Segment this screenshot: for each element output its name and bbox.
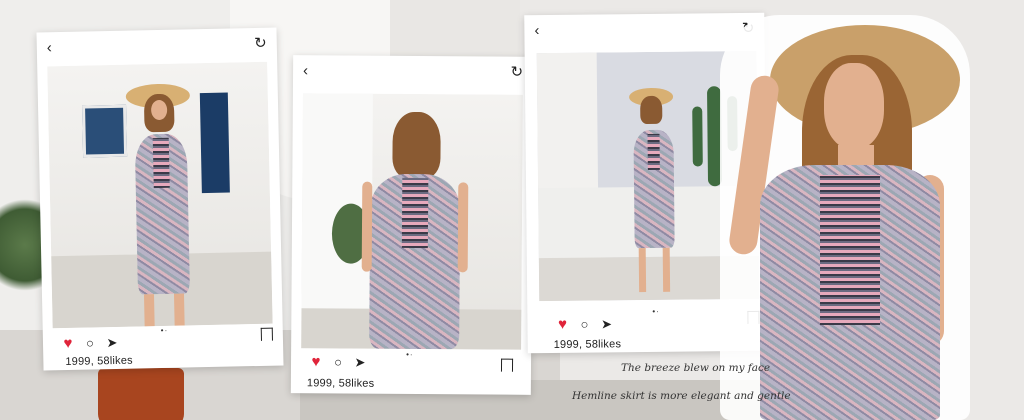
bookmark-icon[interactable]: [260, 327, 273, 341]
likes-count: 1999, 58likes: [553, 338, 622, 351]
caption-line-2: Hemline skirt is more elegant and gentle: [572, 390, 791, 402]
share-icon[interactable]: ➤: [105, 335, 119, 350]
reload-icon[interactable]: ↻: [510, 63, 523, 81]
photo-card-2: ‹ ↻ •· ♥ ○ ➤ 1999, 58likes: [290, 55, 534, 395]
heart-icon[interactable]: ♥: [61, 335, 75, 352]
chevron-left-icon[interactable]: ‹: [303, 62, 308, 79]
bookmark-icon[interactable]: [500, 358, 514, 372]
likes-count: 1999, 58likes: [306, 377, 375, 390]
chevron-left-icon[interactable]: ‹: [534, 22, 539, 39]
photo-card-1-image: [47, 61, 273, 329]
model-photo-cutout: [720, 15, 970, 420]
photo-card-1: ‹ ↻ •· ♥ ○ ➤ 1999, 58likes: [36, 27, 284, 371]
share-icon[interactable]: ➤: [353, 355, 367, 370]
comment-icon[interactable]: ○: [331, 354, 345, 369]
caption-line-1: The breeze blew on my face: [621, 362, 771, 374]
carousel-dots: •·: [160, 325, 169, 336]
chevron-left-icon[interactable]: ‹: [47, 39, 52, 56]
background-flower-pot: [98, 368, 184, 420]
likes-count: 1999, 58likes: [65, 354, 133, 369]
carousel-dots: •·: [406, 349, 414, 360]
comment-icon[interactable]: ○: [577, 317, 591, 332]
reload-icon[interactable]: ↻: [254, 34, 267, 52]
photo-card-2-image: [301, 93, 523, 350]
heart-icon[interactable]: ♥: [309, 353, 323, 370]
share-icon[interactable]: ➤: [599, 316, 613, 331]
comment-icon[interactable]: ○: [83, 335, 97, 350]
carousel-dots: •·: [652, 306, 660, 316]
heart-icon[interactable]: ♥: [555, 316, 569, 333]
